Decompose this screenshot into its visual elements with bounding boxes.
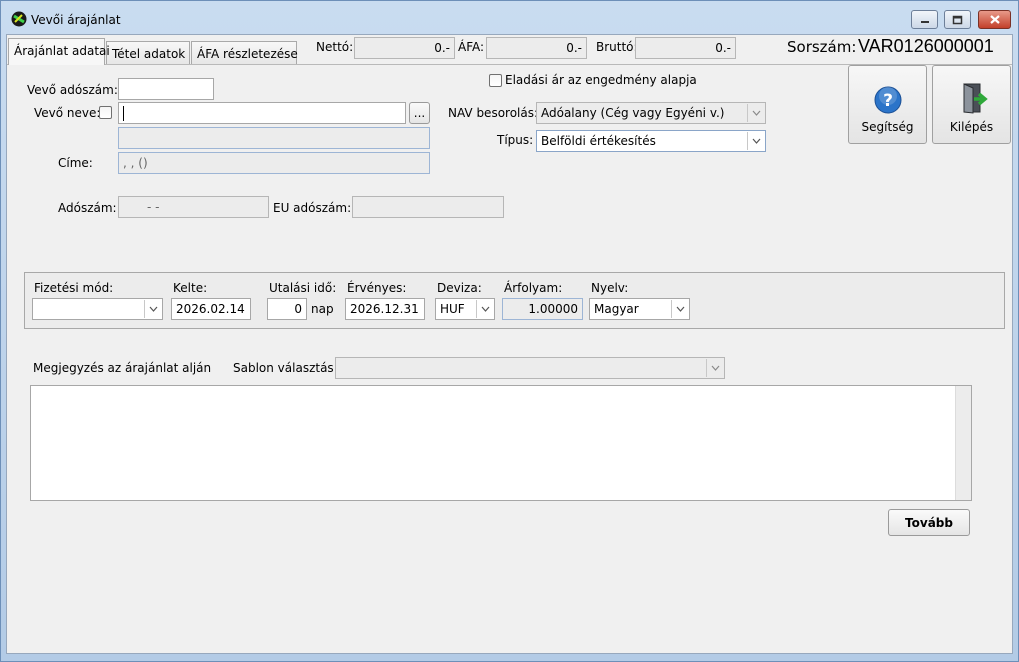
chevron-down-icon: [671, 300, 688, 318]
discount-base-checkbox[interactable]: [489, 74, 502, 87]
language-select[interactable]: Magyar: [589, 298, 690, 320]
gross-total-field: 0.-: [635, 37, 736, 59]
app-window: Vevői árajánlat Árajánlat adatai Tétel a…: [0, 0, 1019, 662]
text-cursor: [123, 106, 124, 121]
buyer-name-label: Vevő neve:: [34, 106, 101, 120]
buyer-name-secondary-field: [118, 127, 430, 149]
type-value: Belföldi értékesítés: [541, 134, 656, 148]
address-label: Címe:: [58, 156, 93, 170]
language-value: Magyar: [594, 302, 639, 316]
tax-id-label: Adószám:: [58, 201, 117, 215]
template-select[interactable]: [335, 357, 725, 379]
buyer-browse-button[interactable]: ...: [409, 102, 430, 124]
buyer-name-checkbox[interactable]: [99, 106, 112, 119]
nav-classification-value: Adóalany (Cég vagy Egyéni v.): [541, 106, 725, 120]
transfer-term-input[interactable]: 0: [267, 298, 307, 320]
template-label: Sablon választás:: [233, 361, 338, 375]
help-button-label: Segítség: [861, 120, 914, 134]
next-button[interactable]: Tovább: [888, 509, 970, 536]
payment-method-select[interactable]: [32, 298, 163, 320]
net-label: Nettó:: [316, 40, 354, 54]
chevron-down-icon: [747, 104, 764, 122]
maximize-button[interactable]: [944, 10, 971, 29]
vat-label: ÁFA:: [458, 40, 485, 54]
type-select[interactable]: Belföldi értékesítés: [536, 130, 766, 152]
minimize-icon: [920, 20, 929, 23]
tab-item-details[interactable]: Tétel adatok: [106, 41, 190, 65]
tab-quote-details[interactable]: Árajánlat adatai: [8, 38, 110, 65]
transfer-term-unit: nap: [311, 302, 334, 316]
discount-base-label[interactable]: Eladási ár az engedmény alapja: [505, 73, 697, 87]
svg-text:?: ?: [883, 91, 893, 111]
app-logo-icon: [11, 11, 27, 27]
eu-tax-field: [352, 196, 504, 218]
language-label: Nyelv:: [591, 281, 629, 295]
valid-until-label: Érvényes:: [347, 281, 407, 295]
notes-textarea[interactable]: [30, 385, 972, 501]
nav-label: NAV besorolás:: [448, 106, 539, 120]
serial-number: VAR0126000001: [858, 36, 994, 56]
exchange-rate-label: Árfolyam:: [504, 281, 563, 295]
buyer-tax-label: Vevő adószám:: [27, 83, 118, 97]
restore-icon: [952, 15, 963, 24]
buyer-tax-number-input[interactable]: [118, 78, 214, 100]
nav-classification-select[interactable]: Adóalany (Cég vagy Egyéni v.): [536, 102, 766, 124]
exit-button-label: Kilépés: [949, 120, 994, 134]
tax-id-field: - -: [118, 196, 269, 218]
help-icon: ?: [874, 86, 902, 114]
tab-vat-breakdown[interactable]: ÁFA részletezése: [191, 41, 298, 65]
currency-label: Deviza:: [437, 281, 482, 295]
chevron-down-icon: [476, 300, 493, 318]
gross-label: Bruttó:: [596, 40, 638, 54]
valid-until-input[interactable]: 2026.12.31: [345, 298, 425, 320]
exit-button[interactable]: Kilépés: [932, 65, 1011, 144]
transfer-term-label: Utalási idő:: [269, 281, 337, 295]
address-field: , , (): [118, 152, 430, 174]
minimize-button[interactable]: [911, 10, 938, 29]
eu-tax-label: EU adószám:: [273, 201, 352, 215]
close-window-button[interactable]: [978, 10, 1011, 29]
chevron-down-icon: [144, 300, 161, 318]
window-title: Vevői árajánlat: [31, 13, 121, 27]
net-total-field: 0.-: [354, 37, 455, 59]
help-button[interactable]: ? Segítség: [848, 65, 927, 144]
exit-door-icon: [963, 83, 988, 114]
chevron-down-icon: [706, 359, 723, 377]
payment-group: Fizetési mód: Kelte: 2026.02.14 Utalási …: [24, 272, 1005, 329]
payment-method-label: Fizetési mód:: [34, 281, 114, 295]
notes-label: Megjegyzés az árajánlat alján: [33, 361, 212, 375]
buyer-name-input[interactable]: [118, 102, 406, 124]
title-bar: Vevői árajánlat: [1, 1, 1018, 33]
issue-date-input[interactable]: 2026.02.14: [171, 298, 251, 320]
exchange-rate-field: 1.00000: [502, 298, 583, 320]
currency-select[interactable]: HUF: [435, 298, 495, 320]
currency-value: HUF: [440, 302, 465, 316]
notes-scrollbar[interactable]: [955, 386, 971, 500]
serial-label: Sorszám:: [787, 38, 857, 56]
close-icon: [989, 15, 1000, 24]
issue-date-label: Kelte:: [173, 281, 208, 295]
type-label: Típus:: [497, 133, 534, 147]
chevron-down-icon: [747, 132, 764, 150]
vat-total-field: 0.-: [486, 37, 587, 59]
client-area: Árajánlat adatai Tétel adatok ÁFA részle…: [6, 34, 1013, 654]
